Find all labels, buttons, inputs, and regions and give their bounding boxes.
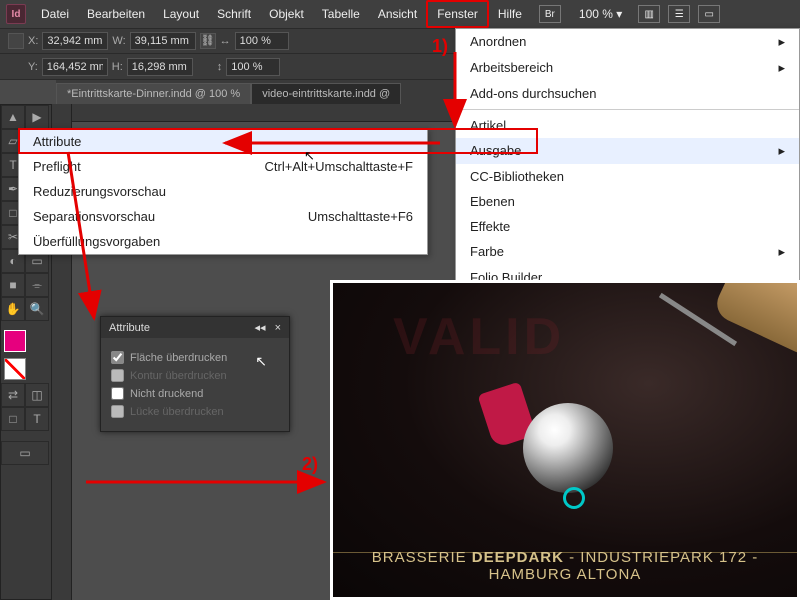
menu-schrift[interactable]: Schrift	[208, 2, 260, 26]
annotation-2: 2)	[302, 454, 318, 475]
preview-faint-text: VALID	[393, 307, 565, 367]
zoom-tool[interactable]: 🔍	[25, 297, 49, 321]
h-field[interactable]	[127, 58, 193, 76]
menu-ansicht[interactable]: Ansicht	[369, 2, 426, 26]
sub-ueberfuellung[interactable]: Überfüllungsvorgaben	[19, 229, 427, 254]
tab-video[interactable]: video-eintrittskarte.indd @	[251, 83, 401, 104]
menu-bar: Id Datei Bearbeiten Layout Schrift Objek…	[0, 0, 800, 28]
menu-tabelle[interactable]: Tabelle	[313, 2, 369, 26]
w-field[interactable]	[130, 32, 196, 50]
scale-y-field[interactable]	[226, 58, 280, 76]
t-icon[interactable]: T	[25, 407, 49, 431]
fenster-dropdown: Anordnen▸ Arbeitsbereich▸ Add-ons durchs…	[455, 28, 800, 291]
opt-luecke: Lücke überdrucken	[111, 405, 279, 418]
refpoint-icon[interactable]	[8, 33, 24, 49]
menu-objekt[interactable]: Objekt	[260, 2, 313, 26]
menu-bearbeiten[interactable]: Bearbeiten	[78, 2, 154, 26]
preview-footer-text: BRASSERIE DEEPDARK - INDUSTRIEPARK 172 -…	[333, 549, 797, 583]
y-field[interactable]	[42, 58, 108, 76]
tab-dinner[interactable]: *Eintrittskarte-Dinner.indd @ 100 %	[56, 83, 251, 104]
cursor-icon-2: ↖	[304, 148, 315, 164]
screen-mode-normal[interactable]: ▭	[1, 441, 49, 465]
h-label: H:	[112, 61, 123, 73]
menu-hilfe[interactable]: Hilfe	[489, 2, 531, 26]
dd-farbe[interactable]: Farbe▸	[456, 239, 799, 265]
apply-color-icon[interactable]: □	[1, 407, 25, 431]
annotation-box-ausgabe	[18, 128, 538, 154]
preview-cork	[711, 280, 800, 359]
dd-separator	[456, 109, 799, 110]
chk-luecke	[111, 405, 124, 418]
default-colors-icon[interactable]: ⇄	[1, 383, 25, 407]
opt-nichtdruckend[interactable]: Nicht druckend	[111, 387, 279, 400]
dd-ebenen[interactable]: Ebenen	[456, 189, 799, 214]
annotation-1: 1)	[432, 36, 448, 57]
link-icon[interactable]: ⛓	[200, 33, 216, 49]
hand-tool[interactable]: ✋	[1, 297, 25, 321]
bridge-button[interactable]: Br	[539, 5, 561, 23]
selection-tool[interactable]: ▲	[1, 105, 25, 129]
app-logo: Id	[6, 4, 26, 24]
dd-effekte[interactable]: Effekte	[456, 214, 799, 239]
menu-layout[interactable]: Layout	[154, 2, 208, 26]
chk-nichtdruckend[interactable]	[111, 387, 124, 400]
cursor-icon: ↖	[255, 353, 267, 370]
dd-cc[interactable]: CC-Bibliotheken	[456, 164, 799, 189]
zoom-level[interactable]: 100 % ▾	[573, 5, 628, 23]
panel-close-icon[interactable]: ×	[275, 322, 281, 334]
arrange-icon[interactable]: ☰	[668, 5, 690, 23]
panel-collapse-icon[interactable]: ◂◂	[254, 322, 265, 334]
dd-addons[interactable]: Add-ons durchsuchen	[456, 81, 799, 106]
scale-x-field[interactable]	[235, 32, 289, 50]
attribute-panel: Attribute ◂◂ × Fläche überdrucken Kontur…	[100, 316, 290, 432]
sub-separations[interactable]: SeparationsvorschauUmschalttaste+F6	[19, 204, 427, 229]
note-tool[interactable]: ■	[1, 273, 25, 297]
screen-mode-icon[interactable]: ▭	[698, 5, 720, 23]
view-mode-icon[interactable]: ▥	[638, 5, 660, 23]
attribute-panel-title: Attribute	[109, 322, 150, 334]
attribute-panel-header[interactable]: Attribute ◂◂ ×	[101, 317, 289, 338]
format-container-icon[interactable]: ◫	[25, 383, 49, 407]
x-label: X:	[28, 35, 38, 47]
menu-datei[interactable]: Datei	[32, 2, 78, 26]
sub-preflight[interactable]: PreflightCtrl+Alt+Umschalttaste+F	[19, 154, 427, 179]
chk-flaeche[interactable]	[111, 351, 124, 364]
opt-flaeche[interactable]: Fläche überdrucken	[111, 351, 279, 364]
direct-selection-tool[interactable]: ▶	[25, 105, 49, 129]
x-field[interactable]	[42, 32, 108, 50]
stroke-swatch[interactable]	[4, 358, 26, 380]
chk-kontur	[111, 369, 124, 382]
menu-fenster[interactable]: Fenster	[426, 0, 489, 28]
dd-arbeitsbereich[interactable]: Arbeitsbereich▸	[456, 55, 799, 81]
eyedropper-tool[interactable]: ⌯	[25, 273, 49, 297]
sub-reduzierung[interactable]: Reduzierungsvorschau	[19, 179, 427, 204]
preview-ball	[523, 403, 613, 493]
w-label: W:	[112, 35, 125, 47]
fill-swatch[interactable]	[4, 330, 26, 352]
opt-kontur: Kontur überdrucken	[111, 369, 279, 382]
sy-label: ↕	[217, 61, 223, 73]
y-label: Y:	[28, 61, 38, 73]
dd-anordnen[interactable]: Anordnen▸	[456, 29, 799, 55]
document-preview: VALID BRASSERIE DEEPDARK - INDUSTRIEPARK…	[330, 280, 800, 600]
sx-label: ↔	[220, 35, 231, 47]
